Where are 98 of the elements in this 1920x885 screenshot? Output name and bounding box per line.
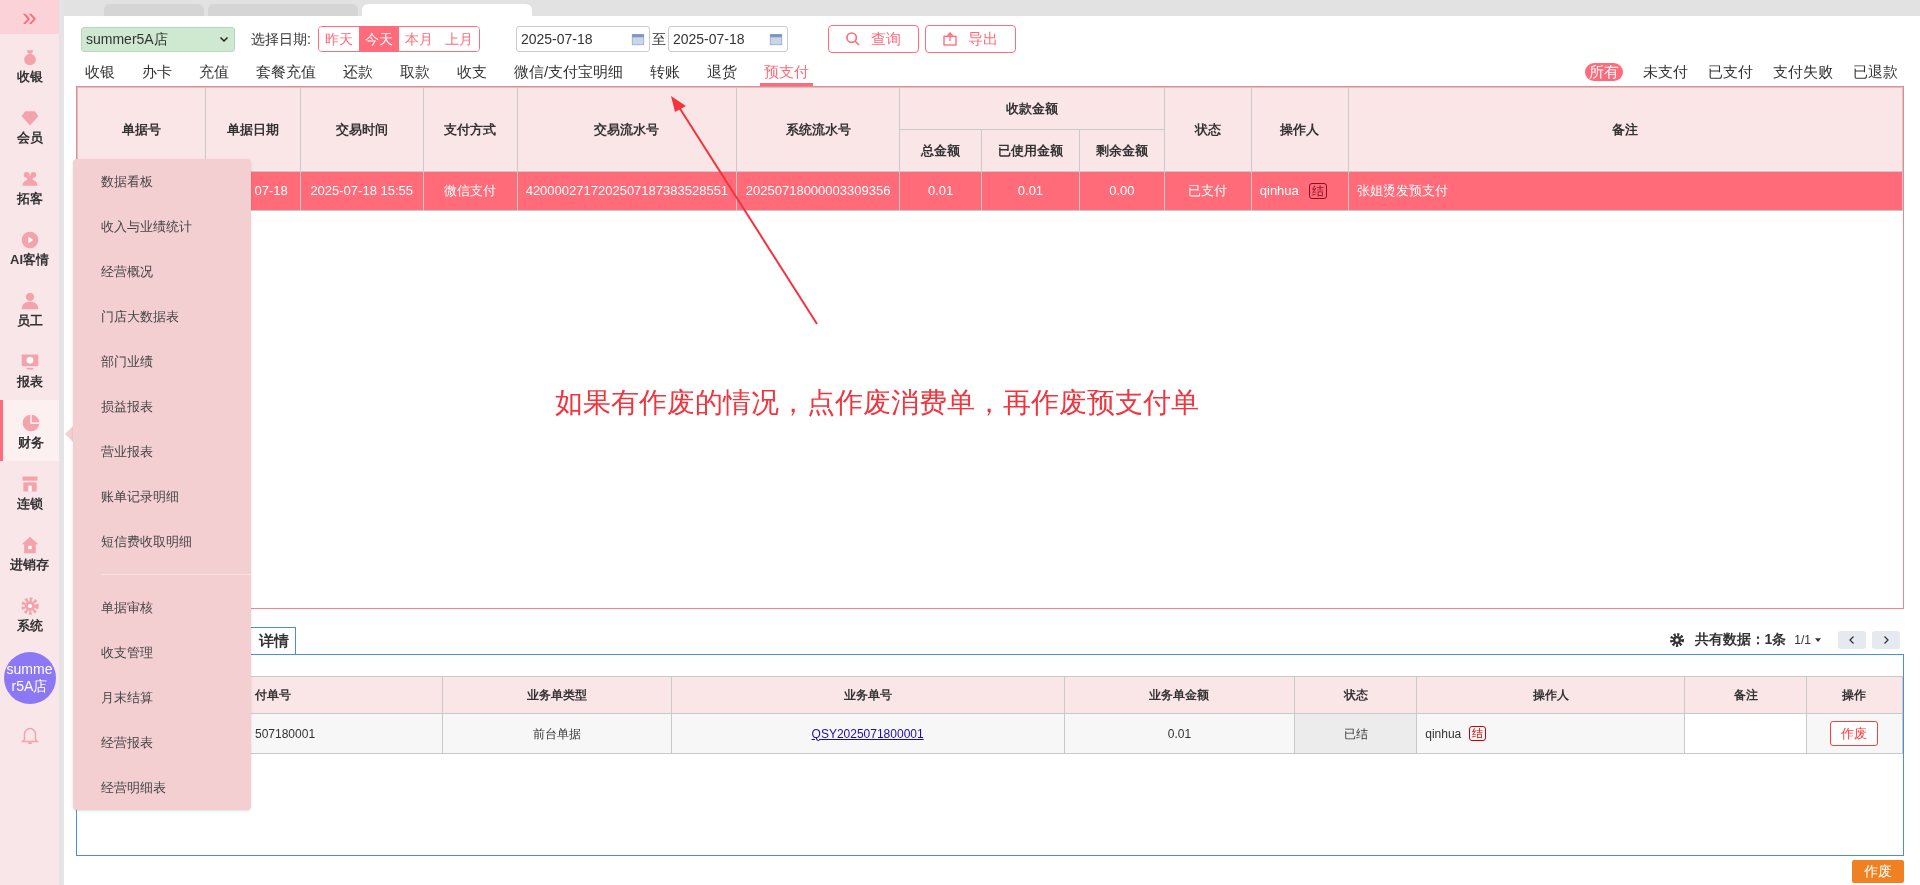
nav-tab[interactable]: 收支 [453, 58, 491, 86]
sidebar-item[interactable]: 财务 [0, 400, 59, 461]
calendar-icon [768, 32, 783, 46]
nav-tab[interactable]: 微信/支付宝明细 [510, 58, 628, 86]
table-cell: 0.00 [1109, 183, 1135, 199]
menu-item[interactable]: 单据审核 [73, 585, 251, 630]
house-icon [19, 534, 40, 555]
sidebar-item[interactable]: 收银 [0, 34, 59, 95]
prev-page-button[interactable] [1838, 630, 1866, 649]
table-cell: 07-18 [254, 183, 288, 199]
page-select[interactable]: 1/1 [1794, 630, 1822, 649]
record-count: 共有数据：1条 [1694, 630, 1787, 649]
menu-item[interactable]: 经营概况 [73, 249, 251, 294]
table-cell: 2025-07-18 15:55 [310, 183, 414, 199]
date-field[interactable]: 2025-07-18 [515, 26, 650, 52]
column-header: 交易流水号 [517, 87, 737, 172]
table-cell: 已支付 [1188, 183, 1228, 199]
column-header: 状态 [1294, 676, 1417, 714]
store-select[interactable]: summer5A店 [81, 26, 235, 52]
sidebar-item[interactable]: 会员 [0, 95, 59, 156]
date-separator: 至 [651, 29, 666, 49]
column-header: 交易时间 [300, 87, 424, 172]
sidebar-item[interactable]: 进销存 [0, 522, 59, 583]
table-cell: 张姐烫发预支付 [1356, 183, 1448, 199]
order-link[interactable]: QSY2025071800001 [811, 726, 924, 741]
column-header: 备注 [1684, 676, 1807, 714]
operator-name: qinhua [1259, 182, 1299, 201]
sidebar-item[interactable]: AI客情 [0, 217, 59, 278]
column-header: 支付方式 [423, 87, 518, 172]
splitter-bar[interactable] [59, 0, 64, 885]
status-filter[interactable]: 已退款 [1853, 63, 1898, 81]
column-header: 状态 [1164, 87, 1252, 172]
table-cell: 507180001 [255, 726, 316, 741]
column-header: 系统流水号 [736, 87, 900, 172]
play-icon [19, 229, 40, 250]
nav-tab[interactable]: 退货 [703, 58, 742, 86]
status-filter[interactable]: 未支付 [1643, 63, 1688, 81]
column-header: 操作 [1806, 676, 1903, 714]
table-cell: 4200002717202507187383528551 [525, 183, 729, 199]
upload-icon [942, 31, 959, 47]
caret-icon [1814, 635, 1822, 644]
sidebar-item[interactable]: 报表 [0, 339, 59, 400]
sidebar-item[interactable]: 系统 [0, 583, 59, 644]
nav-tab[interactable]: 办卡 [138, 58, 176, 86]
settled-badge: 结 [1469, 726, 1487, 741]
date-label: 选择日期: [251, 29, 311, 49]
browser-tab[interactable] [362, 4, 532, 16]
menu-item[interactable]: 账单记录明细 [73, 474, 251, 519]
table-cell: 20250718000003309356 [745, 183, 891, 199]
person-icon [19, 290, 40, 311]
search-icon [845, 31, 862, 47]
menu-item[interactable]: 经营报表 [73, 720, 251, 765]
menu-item[interactable]: 门店大数据表 [73, 294, 251, 339]
column-header: 收款金额 [899, 87, 1165, 130]
settled-badge: 结 [1308, 183, 1327, 199]
column-header: 操作人 [1416, 676, 1685, 714]
settings-icon [19, 595, 40, 616]
column-header: 业务单号 [671, 676, 1064, 714]
table-cell: 0.01 [1167, 726, 1192, 741]
void-button[interactable]: 作废 [1830, 721, 1879, 746]
sidebar-item[interactable]: 员工 [0, 278, 59, 339]
column-header: 剩余金额 [1079, 129, 1165, 172]
nav-tab[interactable]: 套餐充值 [252, 58, 320, 86]
status-filter[interactable]: 支付失败 [1773, 63, 1833, 81]
sidebar-item[interactable]: 拓客 [0, 156, 59, 217]
menu-item[interactable]: 营业报表 [73, 429, 251, 474]
nav-tab[interactable]: 收银 [81, 58, 119, 86]
nav-tab[interactable]: 转账 [646, 58, 685, 86]
menu-item[interactable]: 经营明细表 [73, 765, 251, 810]
status-filter[interactable]: 已支付 [1708, 63, 1753, 81]
nav-tab[interactable]: 取款 [396, 58, 434, 86]
table-cell: 已结 [1343, 726, 1368, 741]
table-cell: 0.01 [1017, 183, 1044, 199]
nav-tab[interactable]: 还款 [339, 58, 377, 86]
column-header: 业务单类型 [442, 676, 672, 714]
operator-name: qinhua [1425, 725, 1462, 743]
column-header: 单据日期 [205, 87, 301, 172]
annotation-text: 如果有作废的情况，点作废消费单，再作废预支付单 [555, 386, 1199, 420]
table-cell: 前台单据 [532, 726, 581, 741]
date-field[interactable]: 2025-07-18 [667, 26, 788, 52]
column-header: 总金额 [899, 129, 982, 172]
sidebar-item[interactable]: 连锁 [0, 461, 59, 522]
browser-tab[interactable] [208, 4, 358, 16]
browser-tab[interactable] [104, 4, 204, 16]
column-header: 已使用金额 [981, 129, 1080, 172]
column-header: 操作人 [1251, 87, 1349, 172]
nav-tab[interactable]: 充值 [195, 58, 233, 86]
column-header: 业务单金额 [1064, 676, 1295, 714]
menu-item[interactable]: 损益报表 [73, 384, 251, 429]
table-cell: 微信支付 [444, 183, 497, 199]
menu-item[interactable]: 短信费收取明细 [73, 519, 251, 564]
settings-icon [1668, 631, 1685, 648]
menu-item[interactable]: 部门业绩 [73, 339, 251, 384]
table-cell: 0.01 [927, 183, 954, 199]
next-page-button[interactable] [1872, 630, 1900, 649]
pie-chart-icon [21, 412, 41, 433]
calendar-icon [630, 32, 645, 46]
column-header: 备注 [1348, 87, 1903, 172]
